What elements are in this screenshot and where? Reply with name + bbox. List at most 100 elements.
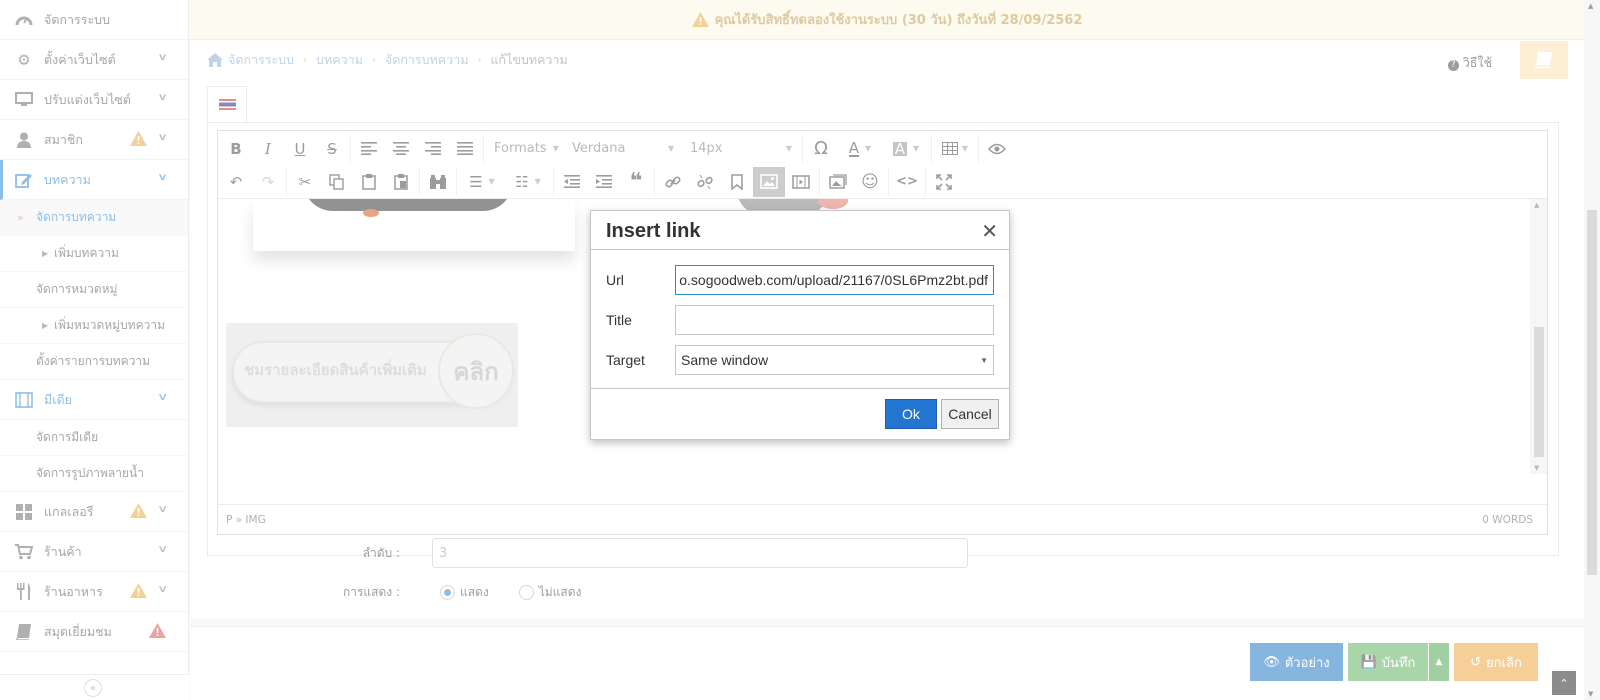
editor-scrollbar-thumb[interactable] bbox=[1534, 327, 1544, 457]
align-right-button[interactable] bbox=[417, 134, 449, 164]
background-color-button[interactable]: A ▼ bbox=[883, 134, 929, 164]
copy-button[interactable] bbox=[321, 167, 353, 197]
sidebar-subitem-add-category[interactable]: ▶ เพิ่มหมวดหมู่บทความ bbox=[0, 308, 188, 344]
toolbar-separator bbox=[925, 167, 926, 196]
cancel-button[interactable]: ↺ ยกเลิก bbox=[1454, 643, 1538, 681]
save-button[interactable]: 💾 บันทึก bbox=[1348, 643, 1428, 681]
sidebar-subitem-watermark[interactable]: จัดการรูปภาพลายน้ำ bbox=[0, 456, 188, 492]
undo-button[interactable]: ↶ bbox=[220, 167, 252, 197]
warning-icon bbox=[691, 12, 709, 27]
save-options-button[interactable]: ▲ bbox=[1429, 643, 1449, 681]
image-gallery-button[interactable] bbox=[822, 167, 854, 197]
cut-button[interactable]: ✂ bbox=[289, 167, 321, 197]
details-banner-image[interactable]: ชมรายละเอียดสินค้าเพิ่มเติม คลิก bbox=[226, 323, 518, 427]
scroll-down-icon[interactable]: ▼ bbox=[1588, 690, 1593, 698]
outdent-button[interactable] bbox=[556, 167, 588, 197]
sidebar-item-label: จัดการระบบ bbox=[44, 11, 111, 27]
display-row: การแสดง : แสดง ไม่แสดง bbox=[290, 583, 581, 602]
table-button[interactable]: ▼ bbox=[934, 134, 976, 164]
manual-button[interactable] bbox=[1520, 41, 1568, 79]
caret-down-icon: ▼ bbox=[961, 144, 969, 153]
editor-scrollbar[interactable]: ▲ ▼ bbox=[1530, 199, 1547, 474]
italic-button[interactable]: I bbox=[252, 134, 284, 164]
sidebar-item-gallery[interactable]: แกลเลอรี ∨ bbox=[0, 492, 188, 532]
howto-label: วิธีใช้ bbox=[1462, 55, 1492, 70]
redo-button[interactable]: ↷ bbox=[252, 167, 284, 197]
sidebar-item-media[interactable]: มีเดีย ∨ bbox=[0, 380, 188, 420]
sidebar-item-restaurant[interactable]: ร้านอาหาร ∨ bbox=[0, 572, 188, 612]
text-color-button[interactable]: A ▼ bbox=[837, 134, 883, 164]
sidebar-subitem-manage-articles[interactable]: » จัดการบทความ bbox=[0, 200, 188, 236]
chevron-down-icon: ∨ bbox=[156, 92, 168, 103]
find-replace-button[interactable] bbox=[422, 167, 454, 197]
sidebar-item-articles[interactable]: บทความ ∨ bbox=[0, 160, 188, 200]
indent-button[interactable] bbox=[588, 167, 620, 197]
breadcrumb-manage-articles[interactable]: จัดการบทความ bbox=[385, 50, 469, 70]
sidebar-item-guestbook[interactable]: สมุดเยี่ยมชม bbox=[0, 612, 188, 652]
element-path[interactable]: P » IMG bbox=[226, 514, 266, 526]
sidebar-subitem-manage-categories[interactable]: จัดการหมวดหมู่ bbox=[0, 272, 188, 308]
bold-button[interactable]: B bbox=[220, 134, 252, 164]
display-show-radio[interactable] bbox=[440, 585, 455, 600]
order-input[interactable]: 3 bbox=[432, 538, 968, 568]
insert-media-button[interactable] bbox=[785, 167, 817, 197]
scroll-up-icon[interactable]: ▲ bbox=[1588, 2, 1593, 10]
strikethrough-button[interactable]: S bbox=[316, 134, 348, 164]
chevron-right-icon: › bbox=[477, 54, 482, 66]
blockquote-button[interactable]: ❝ bbox=[620, 167, 652, 197]
paste-button[interactable] bbox=[353, 167, 385, 197]
chevron-down-icon: ∨ bbox=[156, 172, 168, 183]
insert-link-button[interactable] bbox=[657, 167, 689, 197]
page-scrollbar-thumb[interactable] bbox=[1587, 210, 1597, 575]
howto-link[interactable]: ? วิธีใช้ bbox=[1447, 53, 1492, 73]
align-justify-button[interactable] bbox=[449, 134, 481, 164]
underline-button[interactable]: U bbox=[284, 134, 316, 164]
caret-right-icon: ▶ bbox=[42, 321, 49, 330]
collapse-sidebar-icon[interactable]: « bbox=[84, 679, 102, 697]
emoticons-button[interactable]: ☺ bbox=[854, 167, 886, 197]
preview-page-button[interactable]: 👁 ตัวอย่าง bbox=[1250, 643, 1343, 681]
display-hide-radio[interactable] bbox=[518, 585, 534, 600]
breadcrumb-system[interactable]: จัดการระบบ bbox=[228, 50, 294, 70]
bullet-list-button[interactable]: ☰ ▼ bbox=[459, 167, 505, 197]
insert-image-button[interactable] bbox=[753, 166, 785, 197]
align-left-button[interactable] bbox=[353, 134, 385, 164]
home-icon[interactable] bbox=[207, 53, 223, 67]
dialog-cancel-button[interactable]: Cancel bbox=[941, 399, 999, 429]
preview-button[interactable] bbox=[981, 134, 1013, 164]
breadcrumb-articles[interactable]: บทความ bbox=[316, 50, 363, 70]
fullscreen-button[interactable] bbox=[928, 167, 960, 197]
sidebar-item-shop[interactable]: ร้านค้า ∨ bbox=[0, 532, 188, 572]
sidebar-item-system[interactable]: จัดการระบบ bbox=[0, 0, 188, 40]
sidebar-item-customize[interactable]: ปรับแต่งเว็บไซต์ ∨ bbox=[0, 80, 188, 120]
ok-button[interactable]: Ok bbox=[885, 399, 937, 429]
language-tab-thai[interactable] bbox=[207, 86, 247, 122]
formats-dropdown[interactable]: Formats ▼ bbox=[486, 134, 564, 164]
sidebar-subitem-article-settings[interactable]: ตั้งค่ารายการบทความ bbox=[0, 344, 188, 380]
paste-text-button[interactable] bbox=[385, 167, 417, 197]
dialog-header: Insert link ✕ bbox=[591, 211, 1009, 250]
sidebar-subitem-add-article[interactable]: ▶ เพิ่มบทความ bbox=[0, 236, 188, 272]
product-image[interactable] bbox=[253, 199, 575, 251]
order-label: ลำดับ : bbox=[362, 545, 400, 560]
align-center-button[interactable] bbox=[385, 134, 417, 164]
page-scrollbar[interactable]: ▲ ▼ bbox=[1584, 0, 1600, 700]
special-character-button[interactable]: Ω bbox=[805, 134, 837, 164]
sidebar-item-members[interactable]: สมาชิก ∨ bbox=[0, 120, 188, 160]
sidebar-subitem-manage-media[interactable]: จัดการมีเดีย bbox=[0, 420, 188, 456]
source-code-button[interactable]: <> bbox=[891, 167, 923, 197]
anchor-button[interactable] bbox=[721, 167, 753, 197]
unlink-button[interactable] bbox=[689, 167, 721, 197]
url-input[interactable]: o.sogoodweb.com/upload/21167/0SL6Pmz2bt.… bbox=[675, 265, 994, 295]
target-select[interactable]: Same window ▼ bbox=[675, 345, 994, 375]
title-input[interactable] bbox=[675, 305, 994, 335]
close-icon[interactable]: ✕ bbox=[981, 219, 998, 244]
font-size-dropdown[interactable]: 14px ▼ bbox=[682, 134, 800, 164]
scroll-up-icon[interactable]: ▲ bbox=[1534, 201, 1539, 209]
numbered-list-button[interactable]: ☷ ▼ bbox=[505, 167, 551, 197]
target-row: Target Same window ▼ bbox=[606, 345, 994, 375]
font-family-dropdown[interactable]: Verdana ▼ bbox=[564, 134, 682, 164]
sidebar-item-website-settings[interactable]: ⚙ ตั้งค่าเว็บไซต์ ∨ bbox=[0, 40, 188, 80]
scroll-top-button[interactable]: ⌃ bbox=[1552, 671, 1576, 695]
scroll-down-icon[interactable]: ▼ bbox=[1534, 464, 1539, 472]
